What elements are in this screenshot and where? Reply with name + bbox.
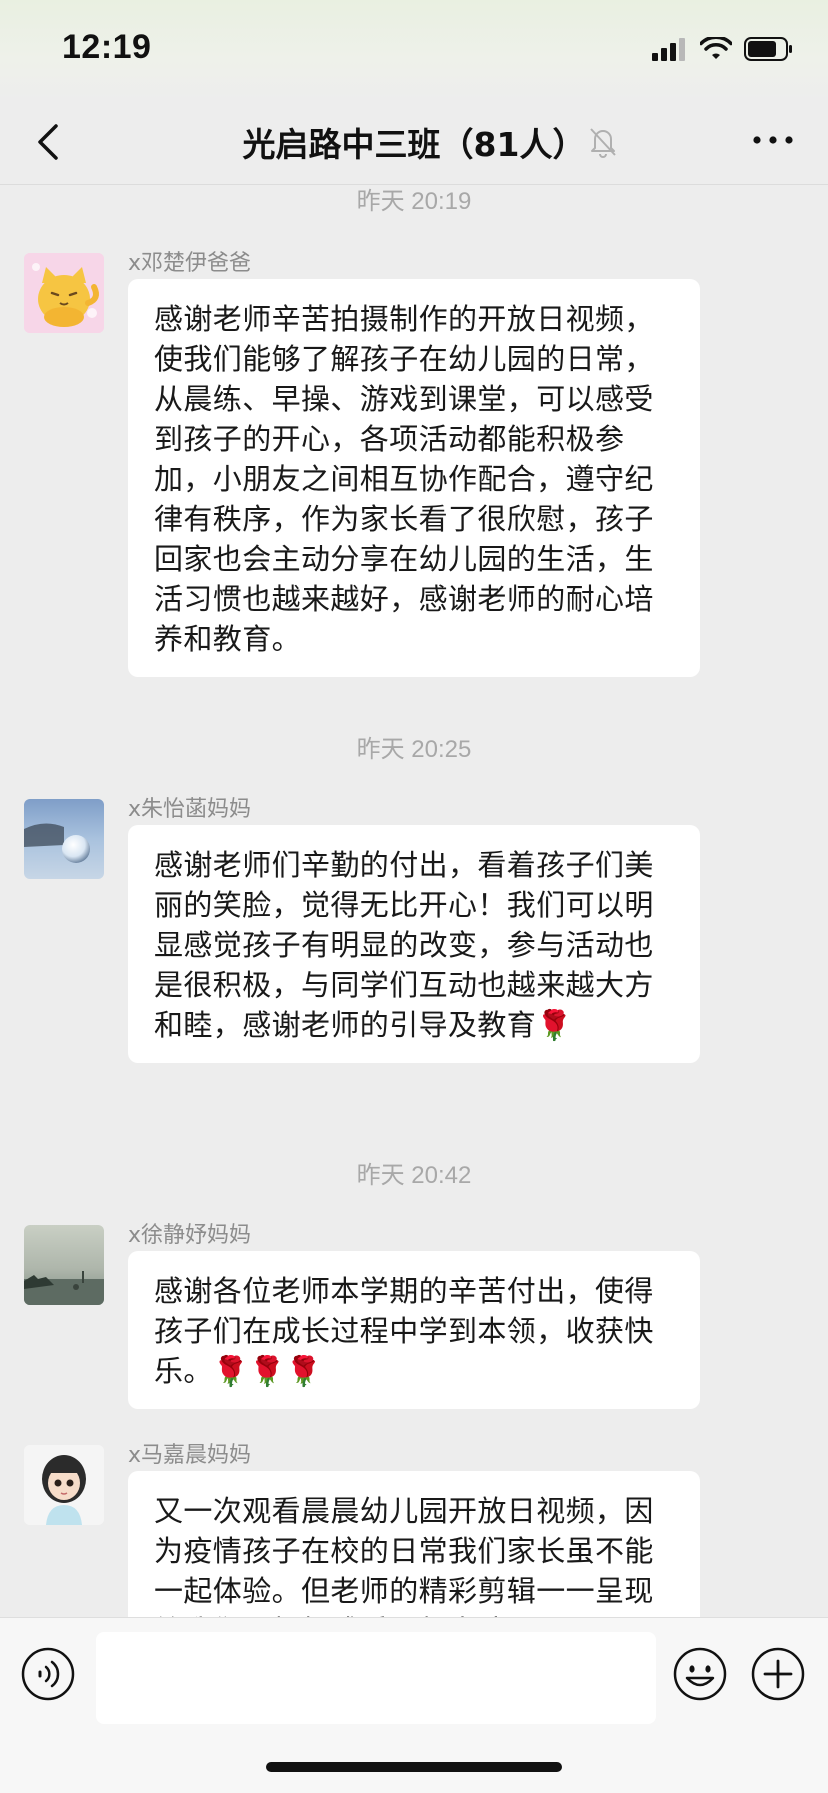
doll-girl-icon	[24, 1445, 104, 1525]
message-bubble[interactable]: 又一次观看晨晨幼儿园开放日视频，因为疫情孩子在校的日常我们家长虽不能一起体验。但…	[128, 1471, 700, 1617]
glass-ball-avatar[interactable]	[24, 799, 104, 879]
plus-circle-icon[interactable]	[750, 1646, 806, 1702]
doll-girl-avatar[interactable]	[24, 1445, 104, 1525]
cat-icon	[24, 253, 104, 333]
message-bubble[interactable]: 感谢老师们辛勤的付出，看着孩子们美丽的笑脸，觉得无比开心！我们可以明显感觉孩子有…	[128, 825, 700, 1063]
sender-name: x邓楚伊爸爸	[128, 251, 252, 276]
bell-off-icon	[590, 128, 616, 158]
message-text: 感谢老师们辛勤的付出，看着孩子们美丽的笑脸，觉得无比开心！我们可以明显感觉孩子有…	[154, 845, 676, 1045]
rose-emoji: 🌹🌹🌹	[212, 1354, 323, 1388]
message-text: 又一次观看晨晨幼儿园开放日视频，因为疫情孩子在校的日常我们家长虽不能一起体验。但…	[154, 1494, 654, 1617]
seaside-photo-icon	[24, 1225, 104, 1305]
message-timestamp: 昨天 20:42	[356, 1162, 472, 1189]
message-list[interactable]: 昨天 20:19 x邓楚伊爸爸 感谢老师辛苦拍摄制作的开放日视频，使我们能够了解…	[0, 185, 828, 1617]
battery-icon	[744, 37, 792, 61]
message-timestamp: 昨天 20:19	[356, 188, 472, 215]
seaside-avatar[interactable]	[24, 1225, 104, 1305]
glass-ball-icon	[24, 799, 104, 879]
voice-icon[interactable]	[20, 1646, 76, 1702]
message-text-body: 感谢老师们辛勤的付出，看着孩子们美丽的笑脸，觉得无比开心！我们可以明显感觉孩子有…	[154, 848, 654, 1042]
status-icons	[652, 34, 794, 64]
message-bubble[interactable]: 感谢老师辛苦拍摄制作的开放日视频，使我们能够了解孩子在幼儿园的日常，从晨练、早操…	[128, 279, 700, 677]
message-input[interactable]	[96, 1632, 656, 1724]
rose-emoji: 🌹	[536, 1008, 573, 1042]
cartoon-cat-avatar[interactable]	[24, 253, 104, 333]
sender-name: x朱怡菡妈妈	[128, 797, 252, 822]
message-bubble[interactable]: 感谢各位老师本学期的辛苦付出，使得孩子们在成长过程中学到本领，收获快乐。🌹🌹🌹	[128, 1251, 700, 1409]
message-timestamp: 昨天 20:25	[356, 736, 472, 763]
message-text: 感谢各位老师本学期的辛苦付出，使得孩子们在成长过程中学到本领，收获快乐。🌹🌹🌹	[154, 1271, 676, 1391]
more-dots-icon[interactable]	[748, 122, 798, 158]
sender-name: x马嘉晨妈妈	[128, 1443, 252, 1468]
wifi-icon	[700, 37, 732, 59]
message-text: 感谢老师辛苦拍摄制作的开放日视频，使我们能够了解孩子在幼儿园的日常，从晨练、早操…	[154, 302, 654, 656]
chat-title[interactable]: 光启路中三班（81人）	[0, 118, 828, 166]
signal-icon	[652, 38, 685, 61]
chat-header: 光启路中三班（81人）	[0, 100, 828, 185]
home-indicator	[266, 1762, 562, 1772]
status-time: 12:19	[62, 28, 152, 66]
smiley-icon[interactable]	[672, 1646, 728, 1702]
status-bar: 12:19	[0, 0, 828, 100]
sender-name: x徐静妤妈妈	[128, 1223, 252, 1248]
